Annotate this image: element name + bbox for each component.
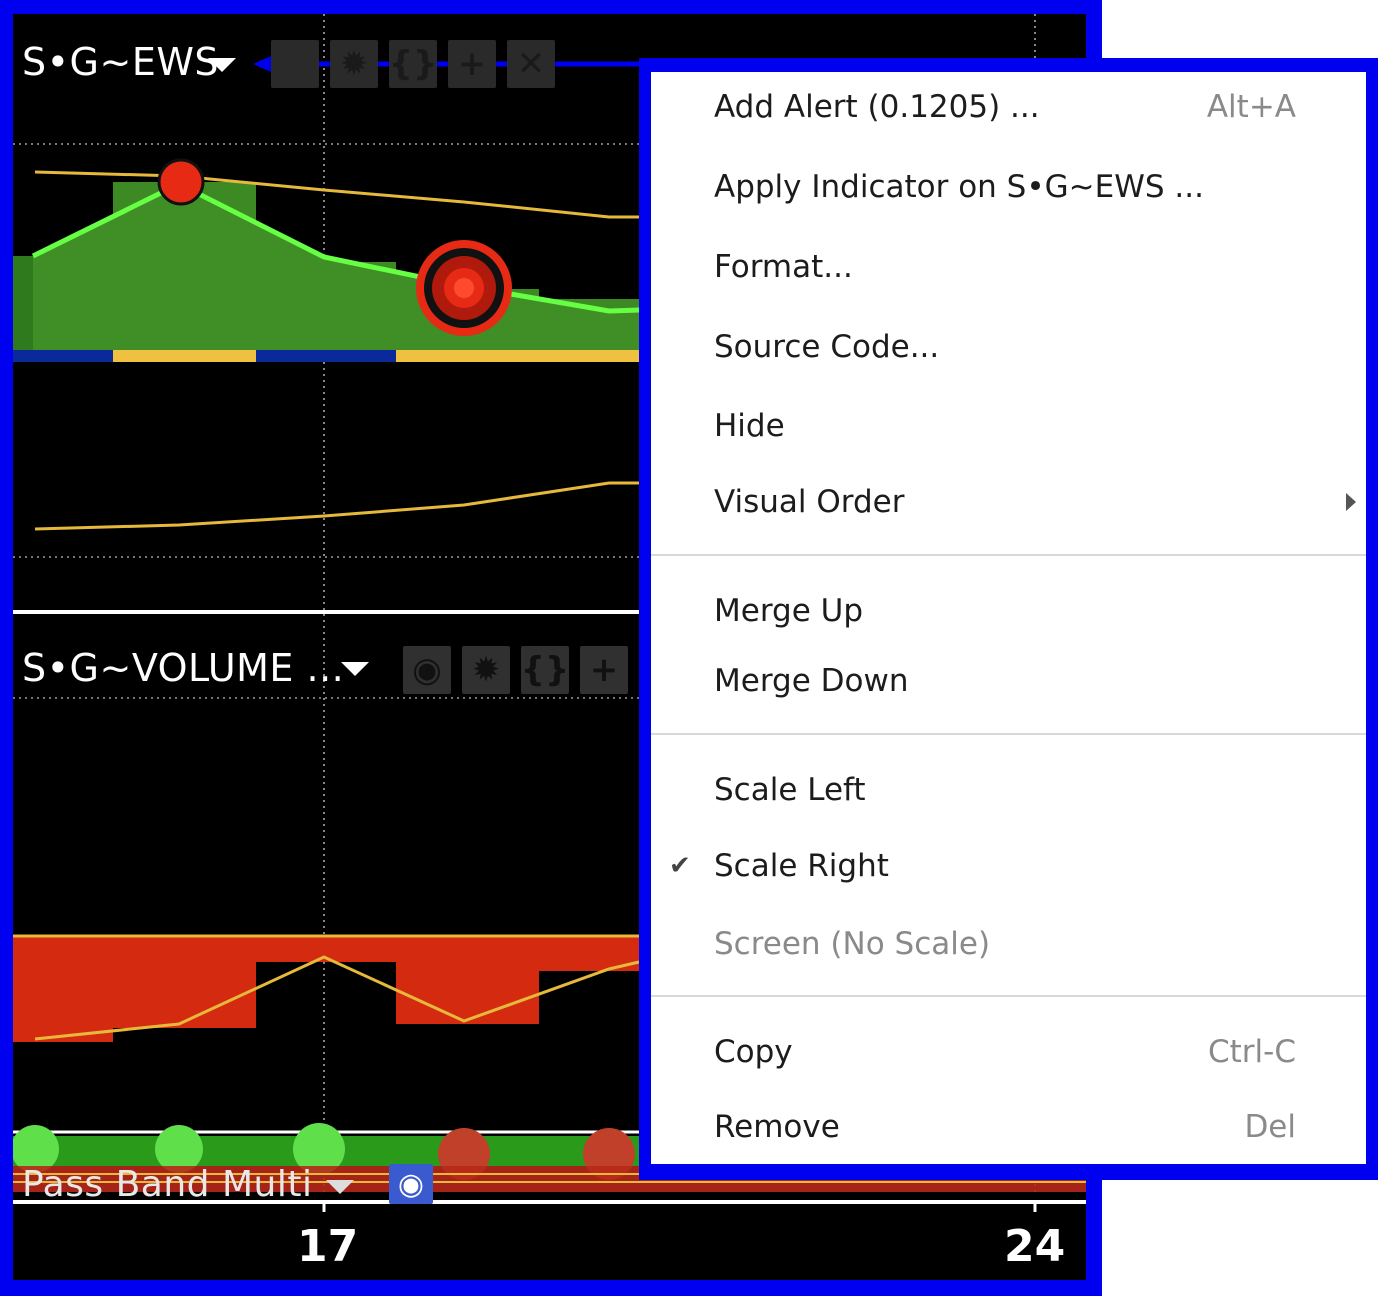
band-yellow bbox=[113, 350, 256, 362]
gear-icon[interactable]: ✹ bbox=[462, 646, 510, 694]
menu-item-label: Source Code... bbox=[714, 329, 940, 365]
braces-icon[interactable]: {} bbox=[521, 646, 569, 694]
band-blue bbox=[256, 350, 396, 362]
menu-item-hide[interactable]: Hide bbox=[651, 391, 1366, 461]
volume-bars bbox=[13, 936, 639, 1042]
menu-item-label: Remove bbox=[714, 1109, 840, 1145]
plus-icon[interactable]: + bbox=[580, 646, 628, 694]
menu-item-scale-right[interactable]: ✔ Scale Right bbox=[651, 831, 1366, 901]
submenu-arrow-icon bbox=[1346, 493, 1356, 511]
menu-item-label: Apply Indicator on S•G~EWS ... bbox=[714, 169, 1204, 205]
menu-item-label: Scale Left bbox=[714, 772, 866, 808]
ews-panel-title[interactable]: S•G~EWS bbox=[22, 40, 219, 84]
menu-item-label: Format... bbox=[714, 249, 853, 285]
x-axis-tick-label: 17 bbox=[297, 1221, 359, 1272]
menu-item-copy[interactable]: Copy Ctrl-C bbox=[651, 1017, 1366, 1087]
checkmark-icon: ✔ bbox=[669, 851, 691, 881]
menu-item-label: Visual Order bbox=[714, 484, 905, 520]
menu-item-screen-no-scale: Screen (No Scale) bbox=[651, 909, 1366, 979]
signal-marker-small bbox=[157, 158, 205, 206]
menu-item-shortcut: Del bbox=[1244, 1109, 1296, 1145]
pass-band-dropdown-icon[interactable] bbox=[326, 1180, 354, 1194]
menu-item-label: Copy bbox=[714, 1034, 793, 1070]
context-menu-frame: Add Alert (0.1205) ... Alt+A Apply Indic… bbox=[639, 58, 1378, 1180]
volume-panel-title[interactable]: S•G~VOLUME ... bbox=[22, 646, 344, 690]
plus-icon[interactable]: + bbox=[448, 40, 496, 88]
menu-item-add-alert[interactable]: Add Alert (0.1205) ... Alt+A bbox=[651, 72, 1366, 142]
menu-item-label: Hide bbox=[714, 408, 785, 444]
menu-item-visual-order[interactable]: Visual Order bbox=[651, 467, 1366, 537]
eye-icon[interactable]: ◉ bbox=[403, 646, 451, 694]
ews-dropdown-icon[interactable] bbox=[208, 58, 236, 72]
menu-separator bbox=[651, 554, 1366, 556]
signal-marker-large bbox=[416, 240, 512, 336]
eye-icon[interactable] bbox=[271, 40, 319, 88]
volume-dropdown-icon[interactable] bbox=[341, 662, 369, 676]
gear-icon[interactable]: ✹ bbox=[330, 40, 378, 88]
menu-item-label: Screen (No Scale) bbox=[714, 926, 991, 962]
menu-separator bbox=[651, 733, 1366, 735]
menu-item-label: Scale Right bbox=[714, 848, 889, 884]
menu-item-shortcut: Ctrl-C bbox=[1208, 1034, 1296, 1070]
menu-item-merge-up[interactable]: Merge Up bbox=[651, 576, 1366, 646]
menu-item-label: Add Alert (0.1205) ... bbox=[714, 89, 1040, 125]
menu-item-format[interactable]: Format... bbox=[651, 232, 1366, 302]
band-yellow bbox=[396, 350, 639, 362]
close-icon[interactable]: ✕ bbox=[507, 40, 555, 88]
menu-item-merge-down[interactable]: Merge Down bbox=[651, 646, 1366, 716]
eye-icon[interactable]: ◉ bbox=[389, 1164, 433, 1204]
pass-band-panel-title[interactable]: Pass Band Multi bbox=[22, 1164, 312, 1205]
braces-icon[interactable]: {} bbox=[389, 40, 437, 88]
menu-item-shortcut: Alt+A bbox=[1206, 89, 1296, 125]
menu-item-scale-left[interactable]: Scale Left bbox=[651, 755, 1366, 825]
x-axis-tick-label: 24 bbox=[1004, 1221, 1066, 1272]
ews-lower-line bbox=[34, 481, 639, 531]
menu-item-label: Merge Up bbox=[714, 593, 863, 629]
menu-item-source-code[interactable]: Source Code... bbox=[651, 312, 1366, 382]
context-menu: Add Alert (0.1205) ... Alt+A Apply Indic… bbox=[651, 72, 1366, 1164]
menu-item-remove[interactable]: Remove Del bbox=[651, 1092, 1366, 1162]
menu-item-label: Merge Down bbox=[714, 663, 909, 699]
band-blue bbox=[13, 350, 113, 362]
menu-separator bbox=[651, 995, 1366, 997]
menu-item-apply-indicator[interactable]: Apply Indicator on S•G~EWS ... bbox=[651, 152, 1366, 222]
